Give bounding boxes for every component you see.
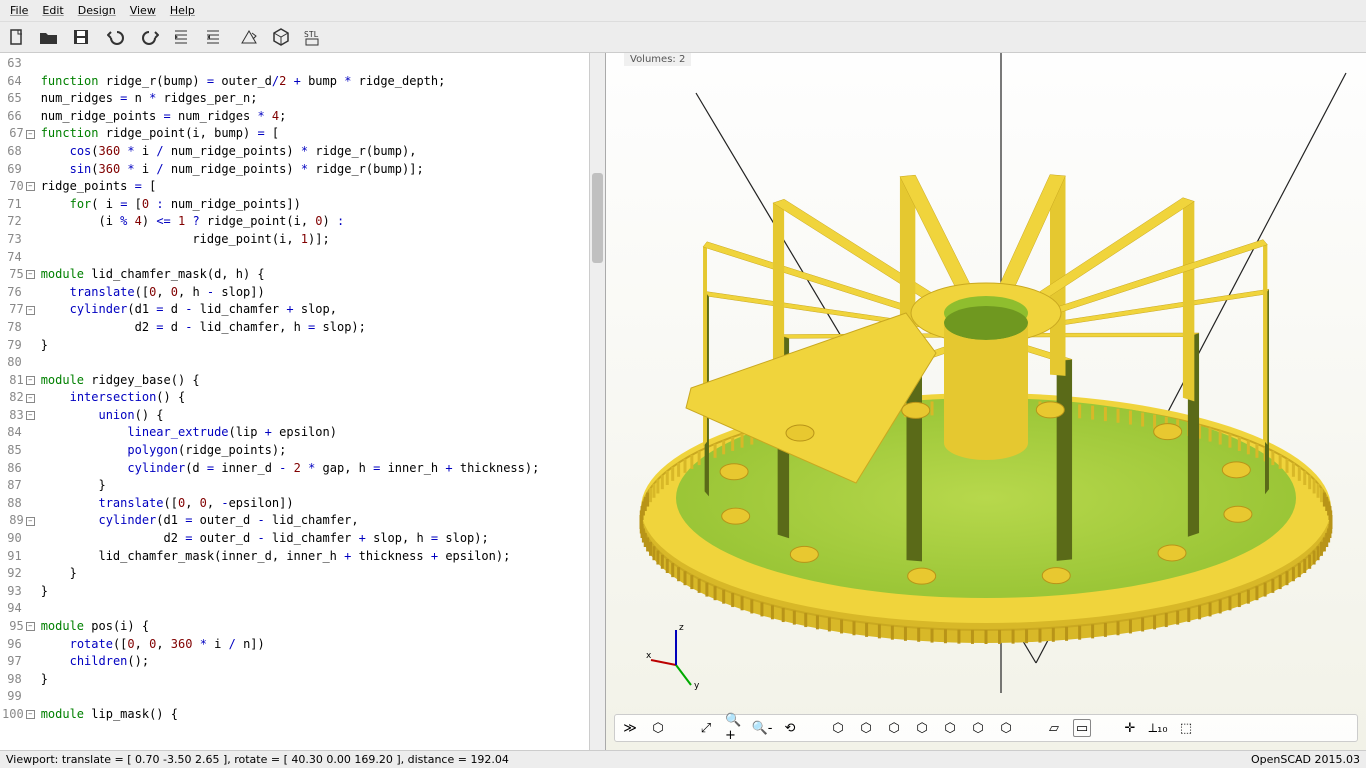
menu-view[interactable]: View [124,2,162,19]
vt-view-bottom-icon[interactable]: ⬡ [885,719,903,737]
fold-toggle[interactable]: − [26,376,35,385]
svg-text:x: x [646,651,652,661]
editor-scrollbar[interactable] [589,53,605,750]
fold-toggle[interactable]: − [26,517,35,526]
vt-view-back-icon[interactable]: ⬡ [969,719,987,737]
vt-zoom-fit-icon[interactable]: ⤢ [697,719,715,737]
main-toolbar: STL [0,22,1366,53]
vt-view-diagonal-icon[interactable]: ⬡ [997,719,1015,737]
export-stl-icon[interactable]: STL [302,26,324,48]
menubar: File Edit Design View Help [0,0,1366,22]
viewport-3d[interactable]: Volumes: 2 [606,53,1366,750]
svg-text:STL: STL [304,30,319,39]
code-editor[interactable]: 6364656667−686970−7172737475−7677−787980… [0,53,606,750]
render-icon[interactable] [270,26,292,48]
vt-view-right-icon[interactable]: ⬡ [829,719,847,737]
main-split: 6364656667−686970−7172737475−7677−787980… [0,53,1366,750]
fold-toggle[interactable]: − [26,394,35,403]
axes-gizmo: x y z [646,620,716,690]
fold-toggle[interactable]: − [26,622,35,631]
save-file-icon[interactable] [70,26,92,48]
unindent-icon[interactable] [170,26,192,48]
vt-view-front-icon[interactable]: ⬡ [941,719,959,737]
fold-toggle[interactable]: − [26,270,35,279]
fold-toggle[interactable]: − [26,710,35,719]
fold-toggle[interactable]: − [26,130,35,139]
open-file-icon[interactable] [38,26,60,48]
vt-show-scale-icon[interactable]: ⟂₁₀ [1149,719,1167,737]
menu-edit[interactable]: Edit [36,2,69,19]
vt-orthogonal-icon[interactable]: ▭ [1073,719,1091,737]
scrollbar-thumb[interactable] [592,173,603,263]
fold-toggle[interactable]: − [26,306,35,315]
vt-perspective-icon[interactable]: ▱ [1045,719,1063,737]
code-area[interactable]: function ridge_r(bump) = outer_d/2 + bum… [39,53,589,750]
undo-icon[interactable] [106,26,128,48]
viewport-toolbar: ≫ ⬡ ⤢ 🔍+ 🔍- ⟲ ⬡ ⬡ ⬡ ⬡ ⬡ ⬡ ⬡ ▱ ▭ ✛ ⟂₁₀ ⬚ [614,714,1358,742]
vt-view-left-icon[interactable]: ⬡ [913,719,931,737]
statusbar: Viewport: translate = [ 0.70 -3.50 2.65 … [0,750,1366,768]
svg-text:y: y [694,681,700,690]
vt-reset-view-icon[interactable]: ⟲ [781,719,799,737]
status-version: OpenSCAD 2015.03 [1251,753,1360,766]
rendered-model [606,53,1366,750]
svg-text:z: z [679,623,684,633]
line-gutter: 6364656667−686970−7172737475−7677−787980… [0,53,39,750]
fold-toggle[interactable]: − [26,411,35,420]
menu-design[interactable]: Design [72,2,122,19]
new-file-icon[interactable] [6,26,28,48]
vt-zoom-out-icon[interactable]: 🔍- [753,719,771,737]
indent-icon[interactable] [202,26,224,48]
status-viewport-info: Viewport: translate = [ 0.70 -3.50 2.65 … [6,753,509,766]
vt-preview-icon[interactable]: ≫ [621,719,639,737]
fold-toggle[interactable]: − [26,182,35,191]
vt-zoom-in-icon[interactable]: 🔍+ [725,719,743,737]
vt-show-crosshairs-icon[interactable]: ⬚ [1177,719,1195,737]
vt-render-icon[interactable]: ⬡ [649,719,667,737]
vt-show-axes-icon[interactable]: ✛ [1121,719,1139,737]
menu-file[interactable]: File [4,2,34,19]
vt-view-top-icon[interactable]: ⬡ [857,719,875,737]
preview-icon[interactable] [238,26,260,48]
redo-icon[interactable] [138,26,160,48]
menu-help[interactable]: Help [164,2,201,19]
